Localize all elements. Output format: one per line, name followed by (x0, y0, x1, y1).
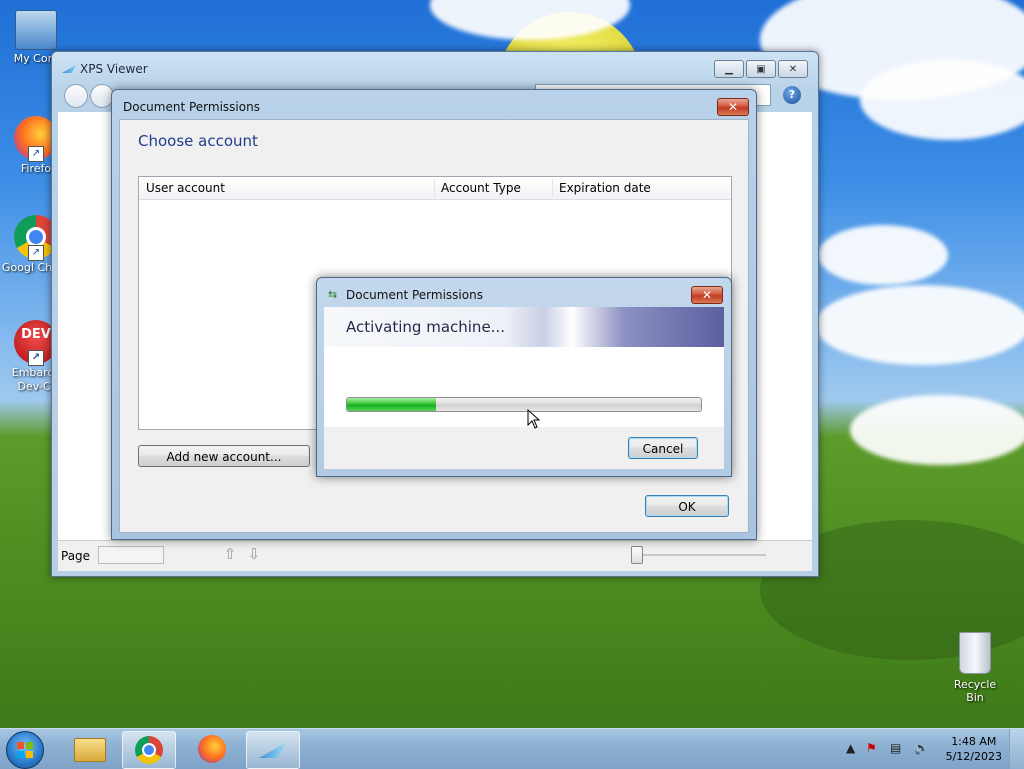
taskbar-firefox[interactable] (186, 731, 238, 767)
ok-button[interactable]: OK (645, 495, 729, 517)
action-center-icon[interactable]: ⚑ (866, 741, 877, 755)
column-separator (552, 179, 553, 197)
computer-icon (15, 10, 57, 50)
clock[interactable]: 1:48 AM 5/12/2023 (946, 734, 1002, 764)
shortcut-arrow-icon: ↗ (28, 245, 44, 261)
firefox-icon (198, 735, 226, 763)
chrome-center (26, 227, 46, 247)
close-button[interactable]: ✕ (778, 60, 808, 78)
close-icon: ✕ (727, 100, 739, 114)
dialog-title: Document Permissions (346, 288, 483, 302)
dialog-title: Document Permissions (123, 100, 260, 114)
clock-date: 5/12/2023 (945, 750, 1002, 763)
cloud (815, 285, 1024, 365)
close-icon: ✕ (701, 288, 713, 302)
mouse-cursor-icon (527, 409, 541, 429)
maximize-icon: ▣ (756, 63, 766, 75)
xps-app-icon (62, 65, 76, 73)
desktop-icon-label: Firefo (20, 162, 52, 175)
progress-fill (347, 398, 436, 411)
caption-buttons: ▁ ▣ ✕ (714, 60, 808, 78)
cloud (850, 395, 1024, 465)
taskbar-google-chrome[interactable] (122, 731, 176, 769)
shortcut-arrow-icon: ↗ (28, 350, 44, 366)
shortcut-arrow-icon: ↗ (28, 146, 44, 162)
add-new-account-button[interactable]: Add new account... (138, 445, 310, 467)
taskbar-windows-explorer[interactable] (62, 731, 114, 767)
column-header-user-account[interactable]: User account (146, 181, 225, 195)
activating-dialog: ⇆ Document Permissions ✕ Activating mach… (316, 277, 732, 477)
column-separator (434, 179, 435, 197)
column-header-account-type[interactable]: Account Type (441, 181, 521, 195)
help-icon[interactable]: ? (783, 86, 801, 104)
dialog-banner: Activating machine... (324, 307, 724, 347)
minimize-icon: ▁ (725, 63, 733, 75)
cloud (818, 225, 948, 285)
show-hidden-icons-icon[interactable]: ▲ (846, 741, 855, 755)
window-title: XPS Viewer (80, 62, 148, 76)
start-button[interactable] (6, 731, 44, 769)
dialog-footer: Cancel (324, 427, 724, 469)
page-label: Page (61, 549, 91, 563)
dialog-heading: Choose account (138, 132, 258, 150)
maximize-button[interactable]: ▣ (746, 60, 776, 78)
taskbar-xps-viewer[interactable] (246, 731, 300, 769)
xps-viewer-icon (259, 742, 287, 758)
permissions-icon: ⇆ (328, 288, 338, 301)
zoom-slider-thumb[interactable] (631, 546, 643, 564)
minimize-button[interactable]: ▁ (714, 60, 744, 78)
windows-logo-icon (17, 742, 33, 758)
dialog-close-button[interactable]: ✕ (717, 98, 749, 116)
close-icon: ✕ (788, 63, 798, 75)
previous-page-icon[interactable]: ⇧ (222, 545, 238, 563)
column-header-expiration-date[interactable]: Expiration date (559, 181, 651, 195)
page-number-input[interactable] (98, 546, 164, 564)
cloud (860, 60, 1024, 140)
dialog-close-button[interactable]: ✕ (691, 286, 723, 304)
back-button[interactable] (64, 84, 88, 108)
next-page-icon[interactable]: ⇩ (246, 545, 262, 563)
desktop-icon-label: Recycle Bin (953, 678, 997, 704)
desktop-icon-recycle-bin[interactable]: Recycle Bin (944, 632, 1006, 704)
chrome-center (142, 743, 156, 757)
progress-bar (346, 397, 702, 412)
dialog-content (324, 347, 724, 427)
recycle-bin-icon (959, 632, 991, 674)
activating-message: Activating machine... (346, 318, 505, 336)
list-header: User account Account Type Expiration dat… (139, 177, 731, 200)
status-bar: Page ⇧ ⇩ (58, 540, 812, 571)
volume-icon[interactable]: 🔈 (914, 741, 929, 755)
network-icon[interactable]: ▤ (890, 741, 901, 755)
chrome-icon (135, 736, 163, 764)
zoom-slider-track[interactable] (638, 554, 766, 556)
clock-time: 1:48 AM (951, 735, 997, 748)
cancel-button[interactable]: Cancel (628, 437, 698, 459)
taskbar: ▲ ⚑ ▤ 🔈 1:48 AM 5/12/2023 (0, 728, 1024, 769)
show-desktop-button[interactable] (1009, 729, 1024, 769)
folder-icon (74, 738, 106, 762)
